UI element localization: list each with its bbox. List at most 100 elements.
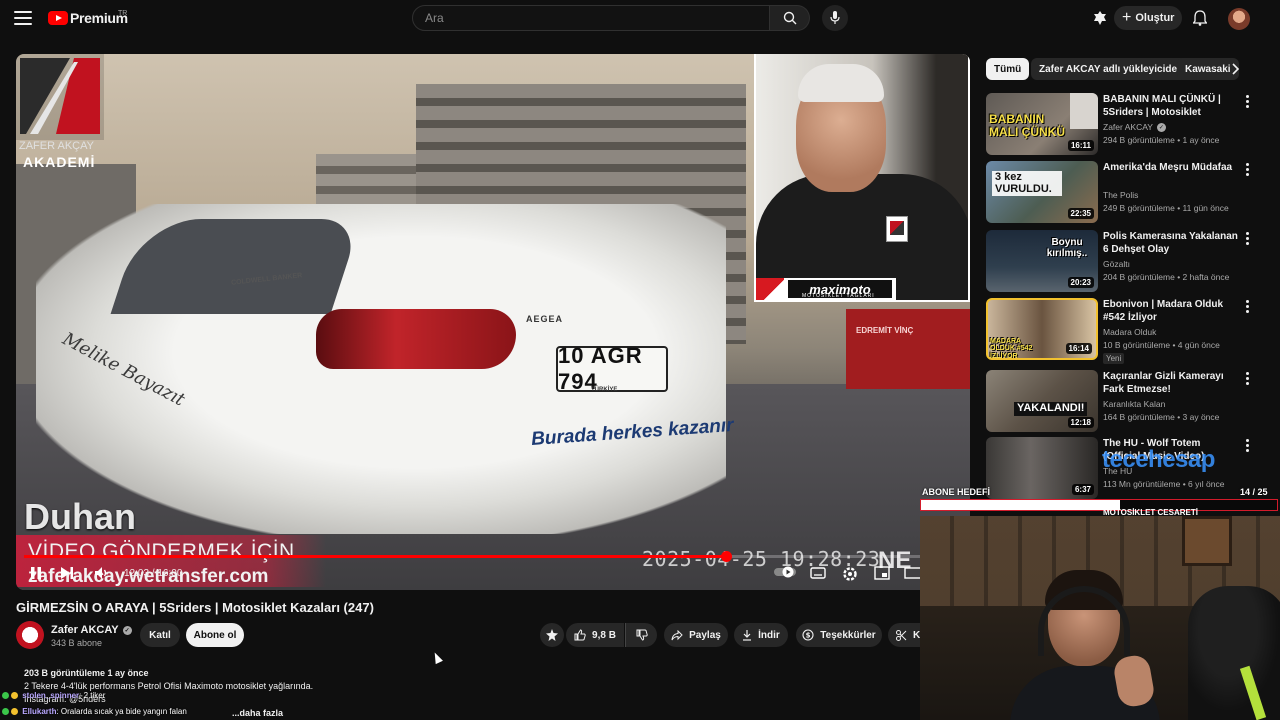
search-icon	[783, 11, 796, 25]
video-thumbnail[interactable]: MADARA OLDUK #542 İZLİYOR 16:14	[986, 298, 1098, 360]
join-label: Katıl	[149, 629, 171, 641]
subscriber-goal-count: 14 / 25	[1240, 487, 1268, 497]
channel-avatar[interactable]	[16, 621, 44, 649]
chat-text: 2 tiker	[83, 691, 106, 700]
channel-label: Zafer AKCAY	[1103, 122, 1153, 132]
license-plate: 10 AGR 794	[556, 343, 668, 394]
new-badge: Yeni	[1103, 353, 1125, 364]
video-duration: 20:23	[1067, 277, 1094, 288]
video-thumbnail[interactable]: 6:37	[986, 437, 1098, 499]
video-thumbnail[interactable]: Boynu kırılmış.. 20:23	[986, 230, 1098, 292]
recommended-video[interactable]: YAKALANDI! 12:18 Kaçıranlar Gizli Kamera…	[986, 370, 1266, 434]
clip-button[interactable]: Kl	[888, 623, 923, 647]
youtube-premium-logo[interactable]: Premium TR	[48, 10, 128, 26]
recommended-video[interactable]: Boynu kırılmış.. 20:23 Polis Kamerasına …	[986, 230, 1266, 294]
car-model-text: AEGEA	[526, 314, 564, 324]
chip-all[interactable]: Tümü	[986, 58, 1030, 80]
video-thumbnail[interactable]: YAKALANDI! 12:18	[986, 370, 1098, 432]
more-options-icon[interactable]	[1246, 439, 1250, 454]
chip-uploader[interactable]: Zafer AKCAY adlı yükleyiciden	[1031, 58, 1192, 80]
mouse-cursor-icon	[431, 650, 443, 665]
autoplay-toggle-icon[interactable]	[774, 566, 796, 578]
share-label: Paylaş	[689, 629, 721, 641]
account-avatar[interactable]	[1228, 8, 1250, 30]
settings-icon[interactable]	[842, 566, 858, 582]
thanks-button[interactable]: $ Teşekkürler	[796, 623, 882, 647]
recommended-channel: Madara Olduk	[1103, 327, 1157, 337]
recommended-video[interactable]: 3 kez VURULDU. 22:35 Amerika'da Meşru Mü…	[986, 161, 1266, 225]
play-pause-icon[interactable]	[30, 566, 42, 580]
more-options-icon[interactable]	[1246, 232, 1250, 247]
create-button[interactable]: + Oluştur	[1114, 6, 1182, 30]
thumbs-down-icon	[636, 629, 648, 641]
bell-icon[interactable]	[1192, 10, 1208, 31]
boost-button[interactable]	[540, 623, 564, 647]
video-duration: 22:35	[1067, 208, 1094, 219]
chat-badge-icon	[2, 692, 9, 700]
brand-subtitle: AKADEMİ	[23, 154, 96, 170]
shirt-logo-icon	[886, 216, 908, 242]
more-options-icon[interactable]	[1246, 300, 1250, 315]
youtube-play-icon	[48, 11, 68, 25]
video-player[interactable]: EDREMİT VİNÇ COLDWELL BANKER AEGEA Melik…	[16, 54, 970, 590]
recommended-meta: 204 B görüntüleme • 2 hafta önce	[1103, 272, 1230, 282]
chat-badge-icon	[11, 692, 18, 700]
player-controls: 12:03 / 16:00	[16, 560, 970, 590]
recommended-meta: 249 B görüntüleme • 11 gün önce	[1103, 203, 1229, 213]
voice-search-button[interactable]	[822, 5, 848, 31]
mic-icon	[830, 11, 840, 24]
video-thumbnail[interactable]: 3 kez VURULDU. 22:35	[986, 161, 1098, 223]
like-count: 9,8 B	[592, 629, 616, 641]
more-options-icon[interactable]	[1246, 163, 1250, 178]
channel-name-link[interactable]: Zafer AKCAY ✓	[51, 624, 132, 636]
video-duration: 16:11	[1067, 140, 1094, 151]
like-button[interactable]: 9,8 B	[566, 623, 624, 647]
search-input[interactable]	[425, 6, 755, 30]
show-more-link[interactable]: ...daha fazla	[232, 708, 283, 718]
chat-badge-icon	[11, 708, 18, 716]
menu-icon[interactable]	[14, 11, 32, 25]
progress-bar[interactable]	[24, 551, 924, 562]
recommended-channel: Karanlıkta Kalan	[1103, 399, 1166, 409]
recommended-video[interactable]: BABANIN MALI ÇÜNKÜ 16:11 BABANIN MALI ÇÜ…	[986, 93, 1266, 157]
top-header: Premium TR + Oluştur	[0, 0, 1280, 38]
miniplayer-icon[interactable]	[874, 566, 890, 580]
search-box	[412, 5, 770, 31]
create-label: Oluştur	[1135, 12, 1175, 24]
cast-icon[interactable]	[1092, 10, 1108, 31]
more-options-icon[interactable]	[1246, 372, 1250, 387]
logo-country: TR	[118, 10, 128, 17]
share-button[interactable]: Paylaş	[664, 623, 728, 647]
subscriber-goal-fill	[921, 500, 1121, 510]
chat-user: stolen_spinner	[22, 691, 80, 700]
progress-fill	[24, 555, 726, 558]
subtitles-icon[interactable]	[810, 566, 826, 580]
chevron-right-icon[interactable]	[1230, 62, 1240, 81]
chat-badge-icon	[2, 708, 9, 716]
more-options-icon[interactable]	[1246, 95, 1250, 110]
picture-in-picture-presenter: maximoto MOTOSİKLET YAĞLARI	[754, 54, 970, 302]
recommended-meta: 164 B görüntüleme • 3 ay önce	[1103, 412, 1220, 422]
join-button[interactable]: Katıl	[140, 623, 180, 647]
partial-recommended-title: MOTOSİKLET CESARETİ	[1103, 508, 1198, 517]
recommended-title: Amerika'da Meşru Müdafaa	[1103, 162, 1233, 173]
subscribe-button[interactable]: Abone ol	[186, 623, 244, 647]
time-total: 16:00	[157, 568, 183, 579]
video-duration: 6:37	[1071, 484, 1094, 495]
chat-message: stolen_spinner: 2 tiker	[2, 691, 105, 700]
download-button[interactable]: İndir	[734, 623, 788, 647]
video-title: GİRMEZSİN O ARAYA | 5Sriders | Motosikle…	[16, 600, 374, 615]
sponsor-mark-icon	[756, 278, 784, 300]
stream-watermark: tecehesap	[1102, 446, 1215, 473]
thumbnail-caption: YAKALANDI!	[1014, 402, 1088, 416]
video-thumbnail[interactable]: BABANIN MALI ÇÜNKÜ 16:11	[986, 93, 1098, 155]
time-current: 12:03	[124, 568, 150, 579]
recommended-title: Kaçıranlar Gizli Kamerayı Fark Etmezse!	[1103, 371, 1224, 395]
svg-text:$: $	[806, 632, 811, 640]
search-button[interactable]	[770, 5, 810, 31]
recommended-channel: Gözaltı	[1103, 259, 1130, 269]
volume-icon[interactable]	[94, 566, 110, 580]
dislike-button[interactable]	[625, 623, 657, 647]
recommended-video[interactable]: MADARA OLDUK #542 İZLİYOR 16:14 Ebonivon…	[986, 298, 1266, 364]
skip-icon[interactable]	[60, 566, 74, 580]
